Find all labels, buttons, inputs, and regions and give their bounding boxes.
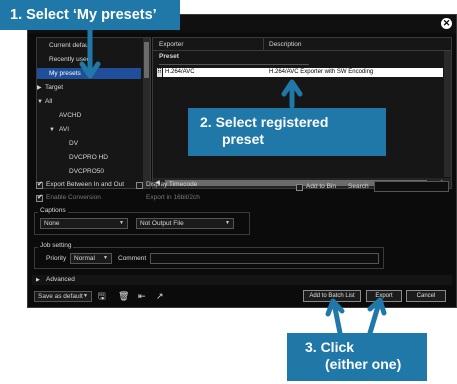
annotation-arrows — [79, 27, 387, 336]
